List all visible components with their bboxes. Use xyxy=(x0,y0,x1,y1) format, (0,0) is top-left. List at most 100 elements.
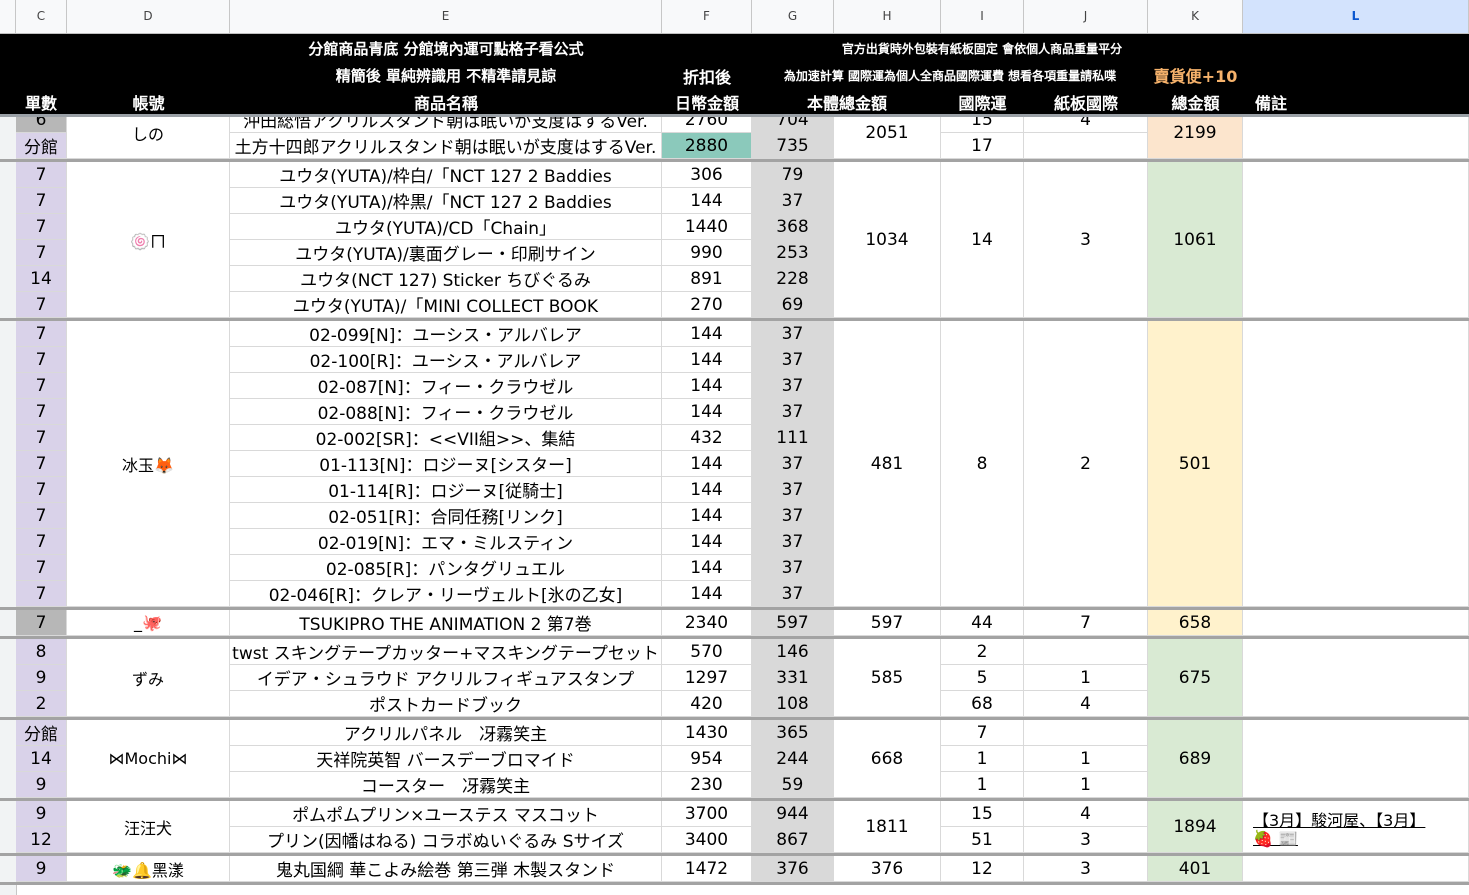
jpy-amount-cell[interactable]: 144 xyxy=(662,373,752,399)
quantity-cell[interactable]: 9 xyxy=(16,801,67,827)
board-intl-cell[interactable]: 3 xyxy=(1024,856,1148,882)
quantity-cell[interactable]: 7 xyxy=(16,399,67,425)
intl-shipping-cell[interactable]: 12 xyxy=(941,856,1024,882)
account-cell[interactable]: ⋈Mochi⋈ xyxy=(67,720,230,798)
item-total-cell[interactable]: 146 xyxy=(752,639,834,665)
note-cell[interactable] xyxy=(1243,720,1469,798)
item-total-cell[interactable]: 244 xyxy=(752,746,834,772)
board-intl-cell[interactable]: 1 xyxy=(1024,746,1148,772)
note-cell[interactable]: 【3月】駿河屋、【3月】 🍓 📰 xyxy=(1243,801,1469,853)
note-link[interactable]: 【3月】駿河屋、【3月】 xyxy=(1253,807,1425,831)
jpy-amount-cell[interactable]: 144 xyxy=(662,529,752,555)
product-name-cell[interactable]: アクリルパネル 冴霧笑主 xyxy=(230,720,662,746)
product-name-cell[interactable]: TSUKIPRO THE ANIMATION 2 第7巻 xyxy=(230,610,662,636)
jpy-amount-cell[interactable]: 2340 xyxy=(662,610,752,636)
quantity-cell[interactable]: 分館 xyxy=(16,720,67,746)
column-header-g[interactable]: G xyxy=(752,0,834,33)
jpy-amount-cell[interactable]: 1440 xyxy=(662,214,752,240)
jpy-amount-cell[interactable]: 144 xyxy=(662,321,752,347)
note-cell[interactable] xyxy=(1243,856,1469,882)
board-intl-cell[interactable]: 2 xyxy=(1024,321,1148,607)
intl-shipping-cell[interactable]: 51 xyxy=(941,827,1024,853)
note-cell[interactable] xyxy=(1243,117,1469,159)
product-name-cell[interactable]: コースター 冴霧笑主 xyxy=(230,772,662,798)
jpy-amount-cell[interactable]: 144 xyxy=(662,347,752,373)
total-amount-cell[interactable]: 668 xyxy=(834,720,941,798)
item-total-cell[interactable]: 944 xyxy=(752,801,834,827)
product-name-cell[interactable]: ポストカードブック xyxy=(230,691,662,717)
item-total-cell[interactable]: 37 xyxy=(752,373,834,399)
quantity-cell[interactable]: 9 xyxy=(16,856,67,882)
quantity-cell[interactable]: 8 xyxy=(16,639,67,665)
product-name-cell[interactable]: 土方十四郎アクリルスタンド朝は眠いが支度はするVer. xyxy=(230,133,662,159)
account-cell[interactable]: ずみ xyxy=(67,639,230,717)
item-total-cell[interactable]: 37 xyxy=(752,555,834,581)
product-name-cell[interactable]: プリン(因幡はねる) コラボぬいぐるみ Sサイズ xyxy=(230,827,662,853)
board-intl-cell[interactable] xyxy=(1024,639,1148,665)
jpy-amount-cell[interactable]: 144 xyxy=(662,581,752,607)
quantity-cell[interactable]: 6 xyxy=(16,117,67,133)
board-intl-cell[interactable]: 3 xyxy=(1024,162,1148,318)
intl-shipping-cell[interactable]: 5 xyxy=(941,665,1024,691)
intl-shipping-cell[interactable]: 68 xyxy=(941,691,1024,717)
column-header-j[interactable]: J xyxy=(1024,0,1148,33)
jpy-amount-cell[interactable]: 144 xyxy=(662,477,752,503)
intl-shipping-cell[interactable]: 44 xyxy=(941,610,1024,636)
quantity-cell[interactable]: 7 xyxy=(16,477,67,503)
grand-total-cell[interactable]: 658 xyxy=(1148,610,1243,636)
total-amount-cell[interactable]: 597 xyxy=(834,610,941,636)
product-name-cell[interactable]: twst スキングテープカッター+マスキングテープセット xyxy=(230,639,662,665)
jpy-amount-cell[interactable]: 144 xyxy=(662,503,752,529)
quantity-cell[interactable]: 9 xyxy=(16,772,67,798)
jpy-amount-cell[interactable]: 144 xyxy=(662,399,752,425)
note-cell[interactable] xyxy=(1243,321,1469,607)
total-amount-cell[interactable]: 376 xyxy=(834,856,941,882)
quantity-cell[interactable]: 7 xyxy=(16,292,67,318)
item-total-cell[interactable]: 365 xyxy=(752,720,834,746)
item-total-cell[interactable]: 37 xyxy=(752,581,834,607)
column-header-c[interactable]: C xyxy=(16,0,67,33)
jpy-amount-cell[interactable]: 954 xyxy=(662,746,752,772)
intl-shipping-cell[interactable]: 2 xyxy=(941,639,1024,665)
product-name-cell[interactable]: 天祥院英智 バースデーブロマイド xyxy=(230,746,662,772)
product-name-cell[interactable]: 01-114[R]：ロジーヌ[従騎士] xyxy=(230,477,662,503)
total-amount-cell[interactable]: 481 xyxy=(834,321,941,607)
column-header-k[interactable]: K xyxy=(1148,0,1243,33)
column-header-i[interactable]: I xyxy=(941,0,1024,33)
jpy-amount-cell[interactable]: 230 xyxy=(662,772,752,798)
quantity-cell[interactable]: 7 xyxy=(16,529,67,555)
jpy-amount-cell[interactable]: 144 xyxy=(662,188,752,214)
jpy-amount-cell[interactable]: 990 xyxy=(662,240,752,266)
product-name-cell[interactable]: 02-088[N]：フィー・クラウゼル xyxy=(230,399,662,425)
grand-total-cell[interactable]: 1061 xyxy=(1148,162,1243,318)
product-name-cell[interactable]: 02-100[R]：ユーシス・アルバレア xyxy=(230,347,662,373)
column-header-f[interactable]: F xyxy=(662,0,752,33)
board-intl-cell[interactable] xyxy=(1024,133,1148,159)
item-total-cell[interactable]: 597 xyxy=(752,610,834,636)
quantity-cell[interactable]: 7 xyxy=(16,240,67,266)
quantity-cell[interactable]: 7 xyxy=(16,214,67,240)
intl-shipping-cell[interactable]: 7 xyxy=(941,720,1024,746)
item-total-cell[interactable]: 735 xyxy=(752,133,834,159)
column-header-l[interactable]: L xyxy=(1243,0,1469,33)
jpy-amount-cell[interactable]: 144 xyxy=(662,555,752,581)
quantity-cell[interactable]: 7 xyxy=(16,425,67,451)
board-intl-cell[interactable]: 4 xyxy=(1024,691,1148,717)
grand-total-cell[interactable]: 501 xyxy=(1148,321,1243,607)
total-amount-cell[interactable]: 1811 xyxy=(834,801,941,853)
product-name-cell[interactable]: ユウタ(YUTA)/枠黒/「NCT 127 2 Baddies xyxy=(230,188,662,214)
account-cell[interactable]: _🐙 xyxy=(67,610,230,636)
grand-total-cell[interactable]: 401 xyxy=(1148,856,1243,882)
item-total-cell[interactable]: 376 xyxy=(752,856,834,882)
account-cell[interactable]: しの xyxy=(67,117,230,159)
board-intl-cell[interactable]: 3 xyxy=(1024,827,1148,853)
item-total-cell[interactable]: 867 xyxy=(752,827,834,853)
item-total-cell[interactable]: 37 xyxy=(752,451,834,477)
note-cell[interactable] xyxy=(1243,162,1469,318)
quantity-cell[interactable]: 12 xyxy=(16,827,67,853)
item-total-cell[interactable]: 228 xyxy=(752,266,834,292)
quantity-cell[interactable]: 7 xyxy=(16,503,67,529)
corner-cell[interactable] xyxy=(0,0,16,33)
jpy-amount-cell[interactable]: 3700 xyxy=(662,801,752,827)
quantity-cell[interactable]: 7 xyxy=(16,162,67,188)
